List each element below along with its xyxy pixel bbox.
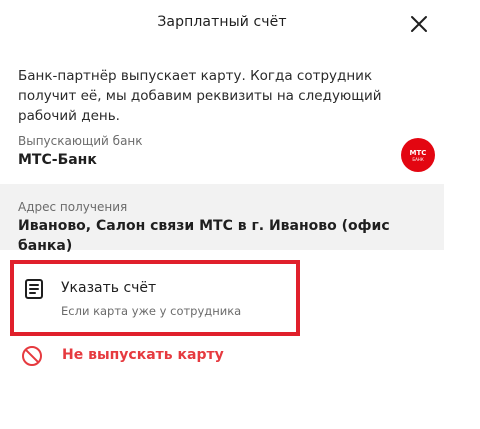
modal-header: Зарплатный счёт — [0, 0, 444, 48]
specify-account-subtitle: Если карта уже у сотрудника — [61, 304, 242, 318]
bank-logo: МТС БАНК — [401, 138, 435, 172]
issuing-bank: Выпускающий банк МТС-Банк МТС БАНК — [18, 133, 435, 175]
document-icon — [25, 279, 43, 299]
close-icon — [411, 16, 427, 32]
modal-panel: Зарплатный счёт Банк-партнёр выпускает к… — [0, 0, 444, 429]
modal-title: Зарплатный счёт — [157, 14, 287, 30]
specify-account-title: Указать счёт — [61, 280, 157, 296]
bank-logo-line2: БАНК — [412, 156, 424, 162]
do-not-issue-card-button[interactable]: Не выпускать карту — [20, 344, 280, 368]
bank-logo-line1: МТС — [409, 148, 427, 157]
issuing-bank-label: Выпускающий банк — [18, 134, 143, 148]
do-not-issue-card-label: Не выпускать карту — [62, 347, 224, 363]
close-button[interactable] — [405, 10, 433, 38]
pickup-address-value: Иваново, Салон связи МТС в г. Иваново (о… — [18, 218, 390, 254]
info-text: Банк-партнёр выпускает карту. Когда сотр… — [18, 68, 382, 124]
pickup-address: Адрес получения Иваново, Салон связи МТС… — [0, 184, 444, 254]
issuing-bank-value: МТС-Банк — [18, 152, 97, 168]
specify-account-option[interactable]: Указать счёт Если карта уже у сотрудника — [10, 260, 300, 336]
pickup-address-label: Адрес получения — [18, 200, 128, 214]
ban-icon — [22, 346, 42, 366]
